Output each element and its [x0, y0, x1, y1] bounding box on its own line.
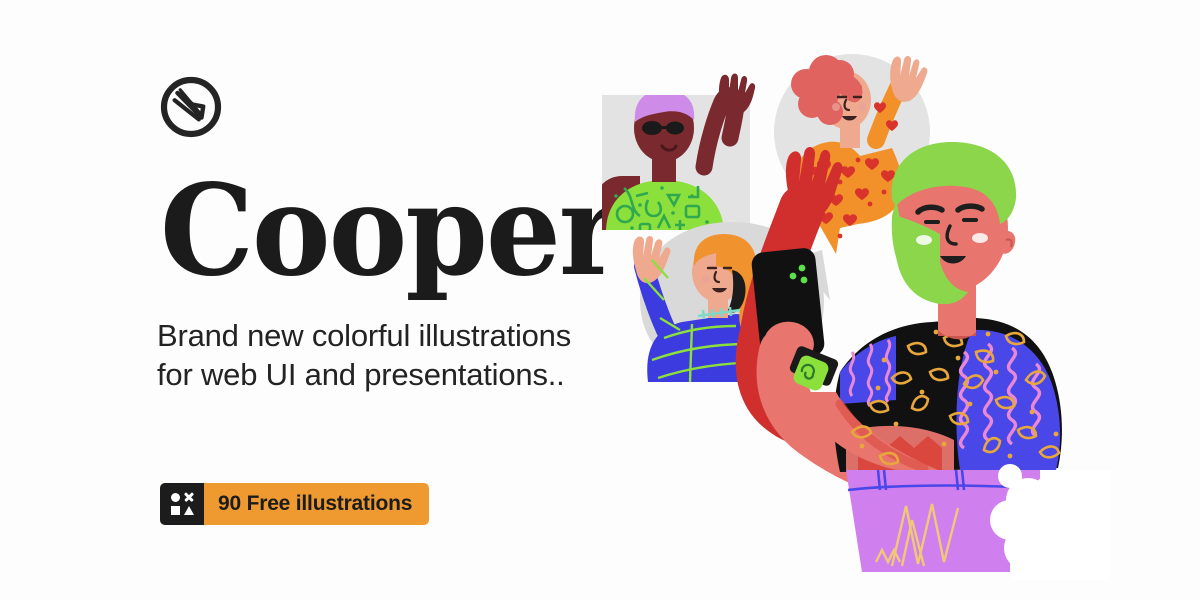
- badge-icon-container: [160, 483, 204, 525]
- illustration-canvas: [602, 54, 1110, 580]
- pen-nib-in-circle-icon: [160, 76, 222, 138]
- free-illustrations-badge[interactable]: 90 Free illustrations: [160, 483, 430, 525]
- circle-icon: [170, 492, 180, 502]
- left-content-panel: Cooper Brand new colorful illustrations …: [0, 0, 621, 600]
- character-main-phone: [735, 142, 1110, 580]
- cooper-people-illustration: [540, 0, 1200, 600]
- square-icon: [170, 506, 180, 516]
- shapes-grid-icon: [170, 492, 194, 516]
- brand-logo[interactable]: [160, 76, 222, 138]
- hero-tagline: Brand new colorful illustrations for web…: [157, 318, 572, 393]
- triangle-icon: [183, 506, 194, 516]
- cross-icon: [184, 493, 193, 502]
- hero-page: Cooper Brand new colorful illustrations …: [0, 0, 1200, 600]
- badge-label: 90 Free illustrations: [218, 492, 413, 515]
